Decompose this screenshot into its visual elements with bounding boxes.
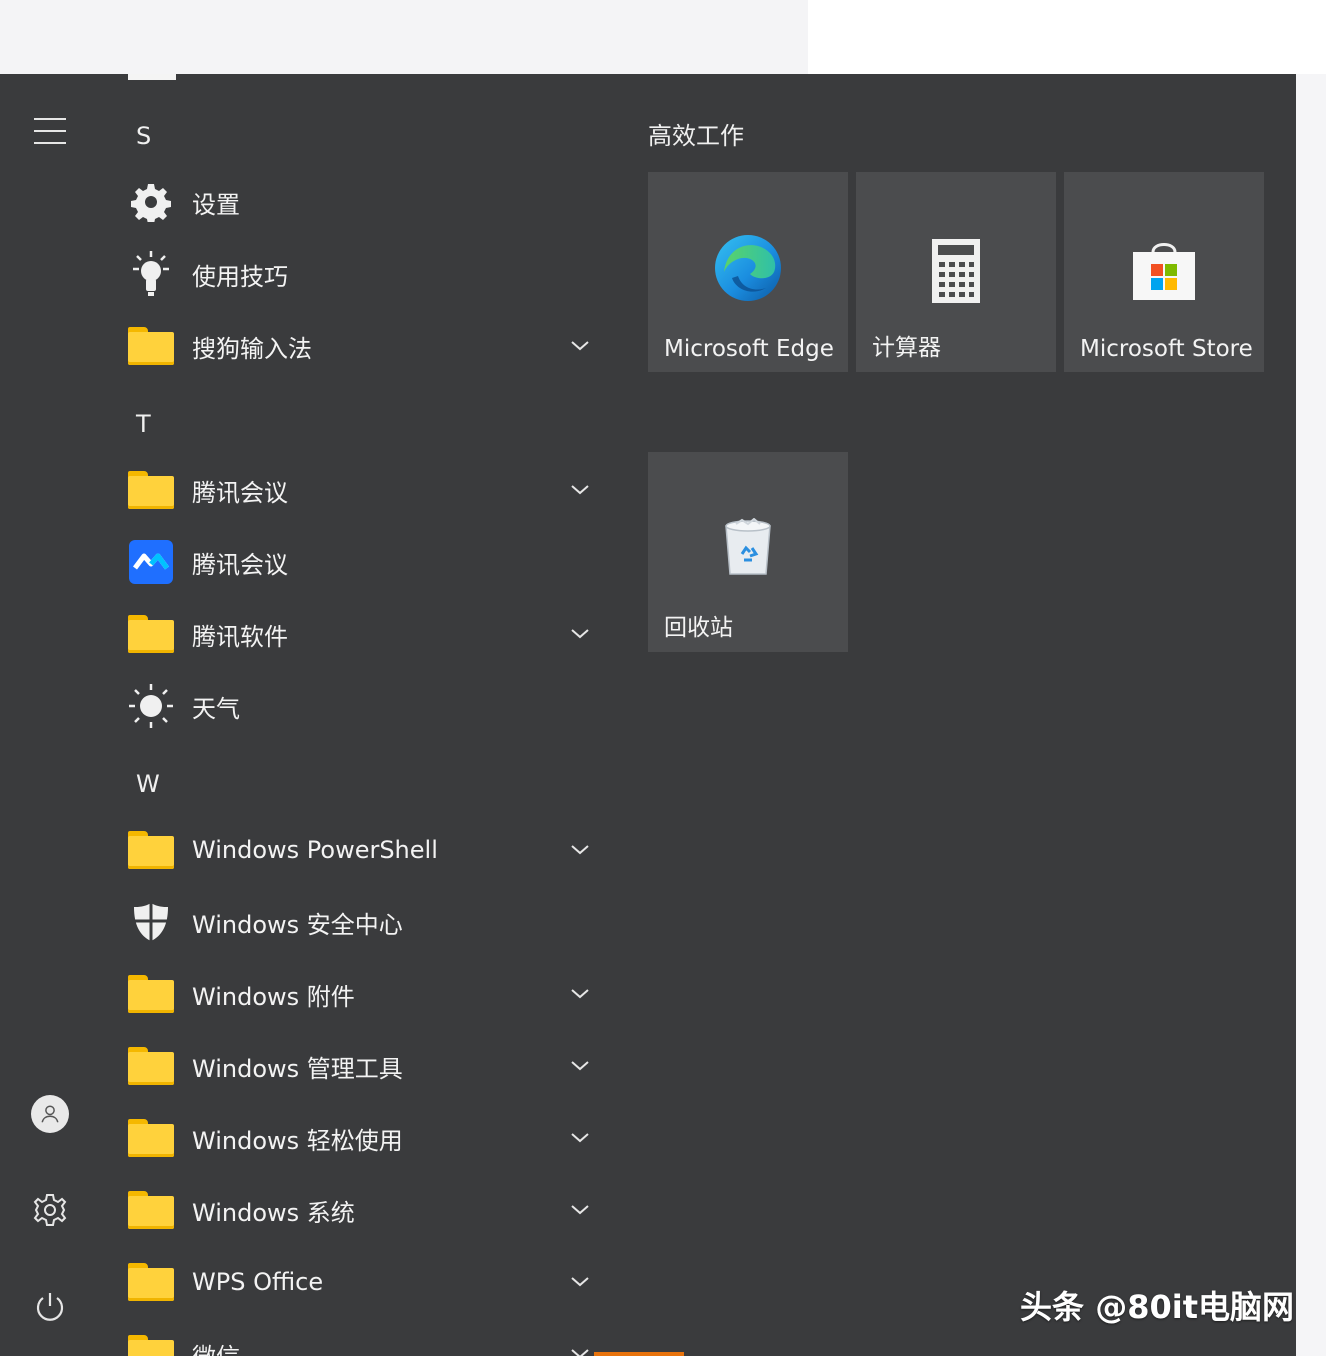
- app-label: Windows 附件: [192, 982, 355, 1011]
- section-letter-w[interactable]: W: [136, 770, 160, 798]
- app-label: 设置: [192, 190, 240, 219]
- app-tips[interactable]: 使用技巧: [120, 244, 610, 304]
- store-bag-icon: [1133, 243, 1195, 300]
- folder-icon: [128, 1263, 174, 1301]
- app-weather[interactable]: 天气: [120, 676, 610, 736]
- chevron-down-icon[interactable]: [568, 1342, 592, 1356]
- tile-label: Microsoft Edge: [664, 336, 834, 362]
- taskbar-accent-bar: [594, 1352, 684, 1356]
- section-letter-s[interactable]: S: [136, 122, 151, 150]
- tile-group-title[interactable]: 高效工作: [648, 116, 744, 151]
- watermark-text: 头条 @80it电脑网: [1020, 1288, 1294, 1326]
- app-label: Windows 系统: [192, 1198, 355, 1227]
- app-settings[interactable]: 设置: [120, 172, 610, 232]
- folder-wps-office[interactable]: WPS Office: [120, 1252, 610, 1312]
- folder-windows-system[interactable]: Windows 系统: [120, 1180, 610, 1240]
- folder-powershell[interactable]: Windows PowerShell: [120, 820, 610, 880]
- chevron-down-icon[interactable]: [568, 334, 592, 358]
- folder-icon: [128, 615, 174, 653]
- folder-icon: [128, 1191, 174, 1229]
- tile-label: Microsoft Store: [1080, 336, 1253, 362]
- edge-icon: [715, 235, 781, 301]
- settings-rail-button[interactable]: [25, 1185, 75, 1235]
- user-avatar-icon: [31, 1095, 69, 1133]
- folder-icon: [128, 831, 174, 869]
- chevron-down-icon[interactable]: [568, 478, 592, 502]
- start-rail: [0, 74, 100, 1356]
- chevron-down-icon[interactable]: [568, 1126, 592, 1150]
- folder-tencent-software[interactable]: 腾讯软件: [120, 604, 610, 664]
- folder-ease-of-access[interactable]: Windows 轻松使用: [120, 1108, 610, 1168]
- app-tencent-meeting[interactable]: 腾讯会议: [120, 532, 610, 592]
- shield-icon: [134, 903, 168, 941]
- tile-label: 计算器: [872, 335, 941, 361]
- chevron-down-icon[interactable]: [568, 982, 592, 1006]
- folder-tencent-meeting[interactable]: 腾讯会议: [120, 460, 610, 520]
- power-button[interactable]: [25, 1282, 75, 1332]
- background-window-right: [808, 0, 1326, 74]
- gear-icon: [33, 1194, 67, 1226]
- app-label: Windows 安全中心: [192, 910, 403, 939]
- start-menu: S 设置 使用技巧 搜狗输入法 T 腾讯会议 腾讯会议 腾讯软件 天气 W Wi…: [0, 74, 1296, 1356]
- calculator-icon: [932, 239, 980, 303]
- folder-icon: [128, 1335, 174, 1356]
- chevron-down-icon[interactable]: [568, 838, 592, 862]
- app-windows-security[interactable]: Windows 安全中心: [120, 892, 610, 952]
- folder-icon: [128, 471, 174, 509]
- folder-icon: [128, 1047, 174, 1085]
- cropped-icon: [128, 74, 176, 80]
- chevron-down-icon[interactable]: [568, 622, 592, 646]
- chevron-down-icon[interactable]: [568, 1270, 592, 1294]
- app-label: 使用技巧: [192, 262, 288, 291]
- folder-wechat[interactable]: 微信: [120, 1324, 610, 1356]
- tile-microsoft-edge[interactable]: Microsoft Edge: [648, 172, 848, 372]
- power-icon: [36, 1293, 64, 1321]
- recycle-bin-icon: [725, 518, 771, 575]
- app-list: S 设置 使用技巧 搜狗输入法 T 腾讯会议 腾讯会议 腾讯软件 天气 W Wi…: [120, 74, 620, 1356]
- app-label: WPS Office: [192, 1268, 324, 1296]
- app-label: 腾讯会议: [192, 550, 288, 579]
- hamburger-line: [34, 142, 66, 144]
- gear-icon: [131, 184, 171, 222]
- tile-microsoft-store[interactable]: Microsoft Store: [1064, 172, 1264, 372]
- app-label: 天气: [192, 694, 240, 723]
- app-label: Windows 管理工具: [192, 1054, 403, 1083]
- app-label: Windows 轻松使用: [192, 1126, 403, 1155]
- app-label: 腾讯会议: [192, 478, 288, 507]
- section-letter-t[interactable]: T: [136, 410, 151, 438]
- app-label: Windows PowerShell: [192, 836, 438, 864]
- tile-calculator[interactable]: 计算器: [856, 172, 1056, 372]
- sun-icon: [129, 684, 173, 728]
- hamburger-line: [34, 130, 66, 132]
- app-label: 微信: [192, 1337, 240, 1356]
- folder-icon: [128, 327, 174, 365]
- app-label: 腾讯软件: [192, 622, 288, 651]
- lightbulb-icon: [133, 251, 169, 296]
- tile-recycle-bin[interactable]: 回收站: [648, 452, 848, 652]
- folder-icon: [128, 975, 174, 1013]
- folder-icon: [128, 1119, 174, 1157]
- tencent-meeting-icon: [129, 540, 173, 584]
- folder-sogou[interactable]: 搜狗输入法: [120, 316, 610, 376]
- folder-accessories[interactable]: Windows 附件: [120, 964, 610, 1024]
- hamburger-icon: [34, 118, 66, 120]
- background-window-left: [0, 0, 808, 74]
- tile-label: 回收站: [664, 615, 733, 641]
- chevron-down-icon[interactable]: [568, 1054, 592, 1078]
- user-account-button[interactable]: [25, 1089, 75, 1139]
- hamburger-menu-button[interactable]: [25, 106, 75, 156]
- app-label: 搜狗输入法: [192, 334, 312, 363]
- chevron-down-icon[interactable]: [568, 1198, 592, 1222]
- folder-admin-tools[interactable]: Windows 管理工具: [120, 1036, 610, 1096]
